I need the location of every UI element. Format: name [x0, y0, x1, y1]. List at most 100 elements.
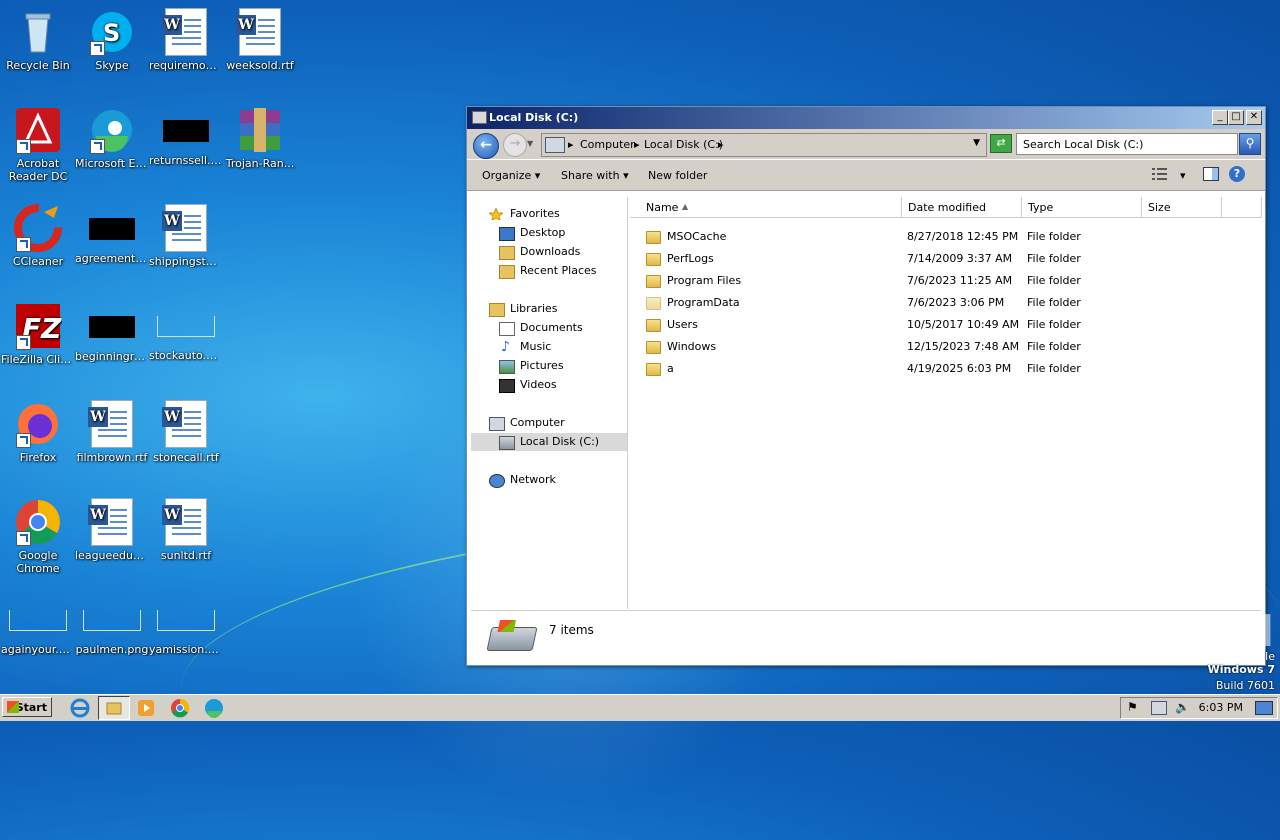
file-row[interactable]: Windows 12/15/2023 7:48 AM File folder — [630, 337, 1263, 357]
breadcrumb-local-disk[interactable]: Local Disk (C:) — [644, 138, 723, 151]
desktop-icon-stonecall[interactable]: W stonecall.rtf — [148, 400, 224, 464]
desktop-icon-beginningre[interactable]: beginningre... — [74, 302, 150, 363]
search-input[interactable]: Search Local Disk (C:) — [1016, 133, 1238, 155]
history-dropdown-icon[interactable]: ▼ — [527, 139, 533, 148]
icon-label: beginningre... — [75, 350, 150, 363]
title-bar[interactable]: Local Disk (C:) _ □ ✕ — [467, 107, 1265, 129]
window-title: Local Disk (C:) — [489, 111, 579, 124]
desktop-icon-trojan-ran[interactable]: Trojan-Ran... — [222, 106, 298, 170]
nav-local-disk[interactable]: Local Disk (C:) — [471, 433, 627, 451]
nav-pictures[interactable]: Pictures — [471, 357, 627, 375]
svg-text:S: S — [103, 19, 120, 47]
chevron-right-icon[interactable]: ▸ — [634, 138, 640, 151]
action-center-flag-icon[interactable]: ⚑ — [1127, 700, 1138, 714]
drive-icon — [486, 627, 538, 651]
explorer-window[interactable]: Local Disk (C:) _ □ ✕ ← → ▼ ▸ Computer ▸… — [466, 106, 1266, 666]
chevron-down-icon[interactable]: ▾ — [1180, 169, 1186, 182]
file-row[interactable]: Program Files 7/6/2023 11:25 AM File fol… — [630, 271, 1263, 291]
desktop-icon-returnssell[interactable]: returnssell.jpg — [148, 106, 224, 167]
windows-logo-icon — [7, 701, 19, 713]
show-desktop-icon[interactable] — [1255, 701, 1273, 715]
address-bar[interactable]: ▸ Computer ▸ Local Disk (C:) ▸ ▼ — [541, 133, 987, 157]
minimize-button[interactable]: _ — [1212, 110, 1228, 125]
desktop-icon-acrobat[interactable]: Acrobat Reader DC — [0, 106, 76, 183]
desktop-icon-paulmen[interactable]: paulmen.png — [74, 596, 150, 656]
filezilla-icon: FZ — [14, 302, 62, 350]
file-row[interactable]: ProgramData 7/6/2023 3:06 PM File folder — [630, 293, 1263, 313]
internet-explorer-icon[interactable] — [70, 698, 90, 718]
desktop-icon-recycle-bin[interactable]: Recycle Bin — [0, 8, 76, 72]
maximize-button[interactable]: □ — [1228, 110, 1244, 125]
view-options-icon[interactable] — [1152, 167, 1168, 181]
nav-desktop[interactable]: Desktop — [471, 224, 627, 242]
image-file-icon — [83, 610, 141, 631]
desktop-icon-yamission[interactable]: yamission.png — [148, 596, 224, 656]
file-row[interactable]: Users 10/5/2017 10:49 AM File folder — [630, 315, 1263, 335]
forward-arrow-icon[interactable]: → — [503, 133, 527, 157]
refresh-icon[interactable]: ⇄ — [990, 134, 1012, 153]
file-row[interactable]: a 4/19/2025 6:03 PM File folder — [630, 359, 1263, 379]
desktop-icon-filezilla[interactable]: FZ FileZilla Client — [0, 302, 76, 366]
explorer-taskbar-button[interactable] — [98, 696, 130, 720]
navigation-bar: ← → ▼ ▸ Computer ▸ Local Disk (C:) ▸ ▼ ⇄… — [467, 129, 1265, 160]
breadcrumb-computer[interactable]: Computer — [580, 138, 635, 151]
clock[interactable]: 6:03 PM — [1199, 701, 1243, 714]
nav-libraries[interactable]: Libraries — [471, 300, 627, 318]
nav-documents[interactable]: Documents — [471, 319, 627, 337]
desktop-icon-chrome[interactable]: Google Chrome — [0, 498, 76, 575]
nav-downloads[interactable]: Downloads — [471, 243, 627, 261]
word-document-icon: W — [88, 400, 136, 448]
volume-icon[interactable]: 🔈 — [1175, 700, 1190, 714]
icon-label: againyour.png — [1, 643, 76, 656]
chrome-taskbar-icon[interactable] — [170, 698, 190, 718]
firefox-icon — [14, 400, 62, 448]
media-player-icon[interactable] — [136, 698, 156, 718]
image-file-icon — [9, 610, 67, 631]
desktop-icon-edge[interactable]: Microsoft Edge — [74, 106, 150, 170]
shortcut-arrow-icon — [16, 335, 31, 350]
desktop-icon-agreementc[interactable]: agreementc... — [74, 204, 150, 265]
file-row[interactable]: MSOCache 8/27/2018 12:45 PM File folder — [630, 227, 1263, 247]
desktop-icon-skype[interactable]: S Skype — [74, 8, 150, 72]
close-button[interactable]: ✕ — [1246, 110, 1262, 125]
preview-pane-icon[interactable] — [1203, 167, 1219, 181]
nav-recent-places[interactable]: Recent Places — [471, 262, 627, 280]
new-folder-button[interactable]: New folder — [648, 169, 707, 182]
column-header-date[interactable]: Date modified — [902, 197, 1022, 218]
desktop-icon-requiremod[interactable]: W requiremod... — [148, 8, 224, 72]
chevron-right-icon[interactable]: ▸ — [718, 138, 724, 151]
desktop-icon-filmbrown[interactable]: W filmbrown.rtf — [74, 400, 150, 464]
start-button[interactable]: Start — [2, 697, 52, 717]
nav-computer[interactable]: Computer — [471, 414, 627, 432]
column-header-type[interactable]: Type — [1022, 197, 1142, 218]
hidden-folder-icon — [646, 297, 661, 310]
nav-network[interactable]: Network — [471, 471, 627, 489]
icon-label: Recycle Bin — [6, 59, 70, 72]
icon-label: returnssell.jpg — [149, 154, 224, 167]
nav-videos[interactable]: Videos — [471, 376, 627, 394]
file-row[interactable]: PerfLogs 7/14/2009 3:37 AM File folder — [630, 249, 1263, 269]
desktop-icon-sunltd[interactable]: W sunltd.rtf — [148, 498, 224, 562]
edge-taskbar-icon[interactable] — [204, 698, 224, 718]
network-tray-icon[interactable] — [1151, 701, 1167, 715]
nav-favorites[interactable]: Favorites — [471, 205, 627, 223]
nav-music[interactable]: ♪ Music — [471, 338, 627, 356]
desktop-icon-againyour[interactable]: againyour.png — [0, 596, 76, 656]
column-header-name[interactable]: Name ▲ — [630, 197, 902, 218]
help-icon[interactable]: ? — [1229, 166, 1245, 182]
desktop-icon-firefox[interactable]: Firefox — [0, 400, 76, 464]
back-arrow-icon[interactable]: ← — [473, 133, 499, 159]
word-document-icon: W — [88, 498, 136, 546]
column-header-size[interactable]: Size — [1142, 197, 1222, 218]
desktop-icon-ccleaner[interactable]: CCleaner — [0, 204, 76, 268]
share-with-button[interactable]: Share with ▾ — [561, 169, 629, 182]
desktop-icon-weeksold[interactable]: W weeksold.rtf — [222, 8, 298, 72]
search-icon[interactable]: ⚲ — [1239, 133, 1261, 155]
desktop-icon-stockauto[interactable]: stockauto.png — [148, 302, 224, 362]
chevron-right-icon[interactable]: ▸ — [568, 138, 574, 151]
chevron-down-icon[interactable]: ▼ — [973, 138, 980, 148]
desktop-icon-shippingste[interactable]: W shippingste... — [148, 204, 224, 268]
desktop-icon-leagueeduc[interactable]: W leagueeduc... — [74, 498, 150, 562]
icon-label: paulmen.png — [75, 643, 149, 656]
organize-button[interactable]: Organize ▾ — [482, 169, 540, 182]
